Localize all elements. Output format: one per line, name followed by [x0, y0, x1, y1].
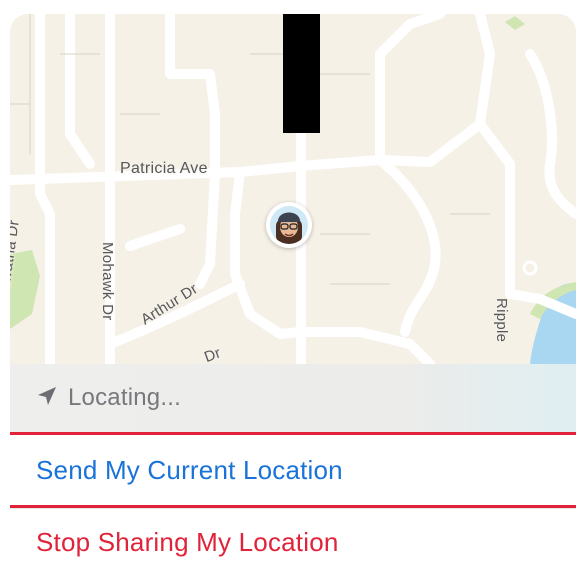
location-sharing-card: Patricia Ave Hiawatha Dr Mohawk Dr Arthu…: [10, 14, 576, 575]
locating-status-row: Locating...: [10, 364, 576, 432]
location-arrow-icon: [36, 385, 58, 412]
redacted-block: [283, 14, 320, 133]
locating-label: Locating...: [68, 384, 181, 411]
send-current-location-label: Send My Current Location: [36, 454, 343, 485]
memoji-avatar-icon: [270, 206, 308, 244]
user-location-avatar[interactable]: [266, 202, 312, 248]
stop-sharing-location-button[interactable]: Stop Sharing My Location: [10, 508, 576, 575]
stop-sharing-location-label: Stop Sharing My Location: [36, 526, 339, 557]
map-view[interactable]: Patricia Ave Hiawatha Dr Mohawk Dr Arthu…: [10, 14, 576, 366]
send-current-location-button[interactable]: Send My Current Location: [10, 432, 576, 508]
street-label-patricia: Patricia Ave: [120, 160, 208, 177]
street-label-ripple: Ripple: [493, 298, 510, 343]
street-label-mohawk: Mohawk Dr: [99, 242, 116, 321]
